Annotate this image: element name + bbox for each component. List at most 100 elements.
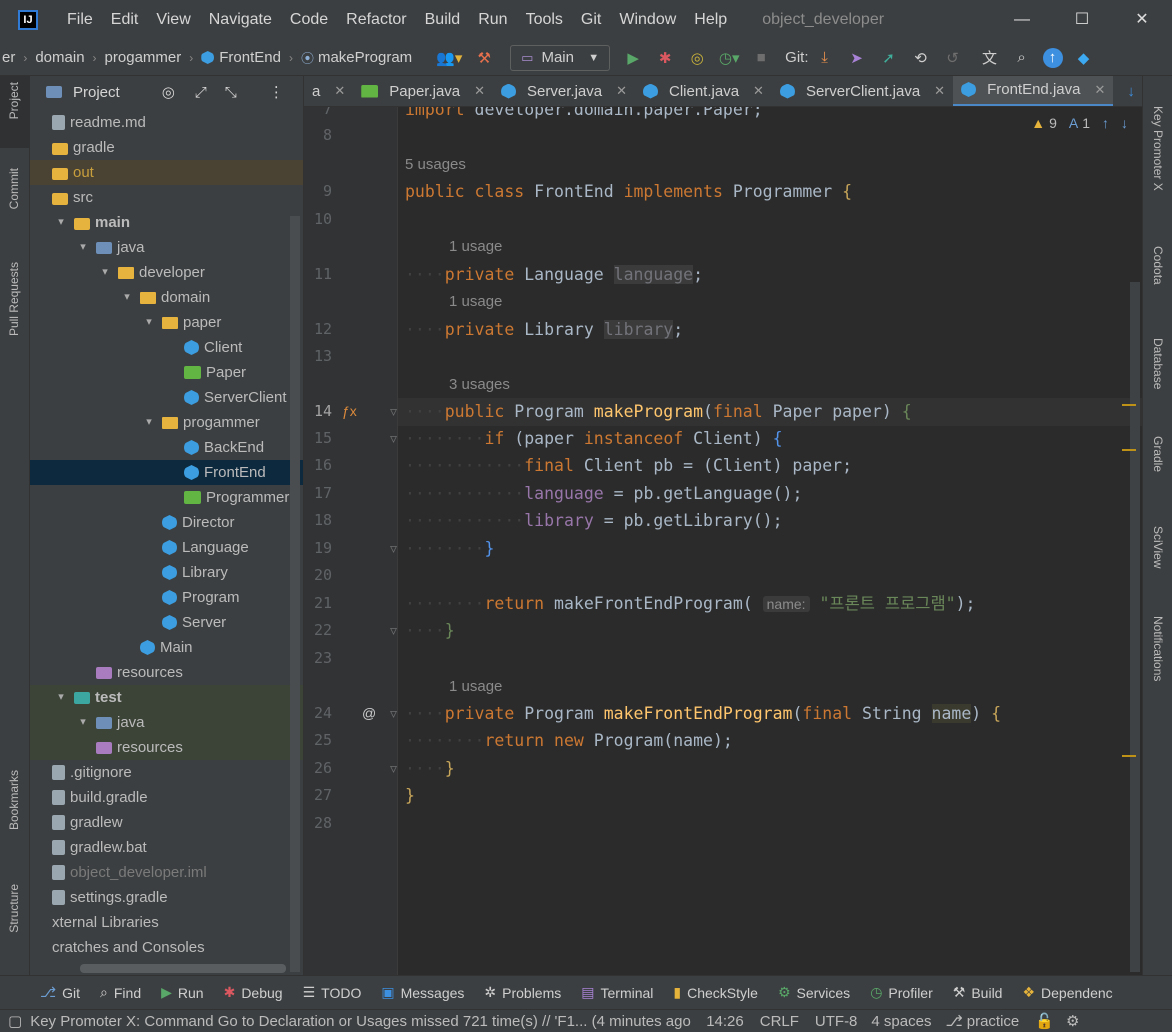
code-line[interactable]: ····public Program makeProgram(final Pap…: [405, 399, 912, 424]
inspection-widget[interactable]: ▲ 9 A1 ↑ ↓: [1031, 115, 1128, 131]
tree-item[interactable]: .gitignore: [30, 760, 303, 785]
project-panel-title[interactable]: Project: [73, 84, 120, 101]
stop-icon[interactable]: ■: [750, 49, 772, 66]
menu-view[interactable]: View: [147, 11, 199, 29]
warning-marker[interactable]: [1122, 404, 1136, 406]
profiler-tool-button[interactable]: ◷ Profiler: [870, 984, 933, 1001]
tree-item[interactable]: cratches and Consoles: [30, 935, 303, 960]
key-promoter-tool-button[interactable]: Key Promoter X: [1151, 106, 1165, 191]
structure-tool-button[interactable]: Structure: [7, 884, 21, 933]
breadcrumb-item[interactable]: progammer: [105, 49, 182, 66]
usages-hint[interactable]: 3 usages: [449, 375, 510, 395]
project-scrollbar[interactable]: [290, 216, 300, 972]
previous-highlight-icon[interactable]: ↑: [1102, 115, 1109, 131]
close-window-button[interactable]: ✕: [1112, 0, 1172, 40]
target-icon[interactable]: ◎: [162, 83, 175, 101]
expand-icon[interactable]: ⤢: [195, 84, 207, 101]
bookmarks-tool-button[interactable]: Bookmarks: [7, 770, 21, 830]
tree-item[interactable]: out: [30, 160, 303, 185]
tree-item[interactable]: Library: [30, 560, 303, 585]
tab-frontend[interactable]: FrontEnd.java ✕: [953, 76, 1114, 106]
tree-item[interactable]: FrontEnd: [30, 460, 303, 485]
profile-icon[interactable]: ◷▾: [718, 49, 740, 67]
indent-setting[interactable]: 4 spaces: [871, 1013, 931, 1030]
menu-file[interactable]: File: [58, 11, 102, 29]
tree-item[interactable]: gradlew.bat: [30, 835, 303, 860]
tree-item[interactable]: ▾ progammer: [30, 410, 303, 435]
code-line[interactable]: ····private Program makeFrontEndProgram(…: [405, 701, 1001, 726]
menu-build[interactable]: Build: [416, 11, 470, 29]
line-separator[interactable]: CRLF: [760, 1013, 799, 1030]
terminal-tool-button[interactable]: ▤ Terminal: [581, 984, 653, 1001]
recursive-call-icon[interactable]: ƒx: [342, 399, 357, 424]
menu-navigate[interactable]: Navigate: [200, 11, 281, 29]
close-icon[interactable]: ✕: [753, 83, 764, 99]
tree-item[interactable]: settings.gradle: [30, 885, 303, 910]
menu-tools[interactable]: Tools: [517, 11, 572, 29]
project-tool-button[interactable]: Project: [7, 82, 21, 119]
close-icon[interactable]: ✕: [474, 83, 485, 99]
fold-icon[interactable]: ▿: [390, 756, 397, 781]
caret-position[interactable]: 14:26: [706, 1013, 744, 1030]
messages-tool-button[interactable]: ▣ Messages: [381, 984, 464, 1001]
update-icon[interactable]: ↑: [1042, 47, 1063, 68]
menu-refactor[interactable]: Refactor: [337, 11, 415, 29]
next-highlight-icon[interactable]: ↓: [1121, 115, 1128, 131]
chevron-down-icon[interactable]: ▾: [98, 260, 112, 285]
codota-tool-button[interactable]: Codota: [1151, 246, 1165, 285]
git-tool-button[interactable]: ⎇ Git: [40, 984, 80, 1001]
project-horizontal-scrollbar[interactable]: [80, 964, 286, 973]
tree-item[interactable]: src: [30, 185, 303, 210]
chevron-down-icon[interactable]: ▾: [54, 210, 68, 235]
close-icon[interactable]: ✕: [616, 83, 627, 99]
tab-client[interactable]: Client.java ✕: [635, 76, 772, 106]
code-line[interactable]: ····}: [405, 618, 455, 643]
todo-tool-button[interactable]: ☰ TODO: [303, 984, 362, 1001]
fold-icon[interactable]: ▿: [390, 618, 397, 643]
editor-scrollbar[interactable]: [1130, 282, 1140, 972]
breadcrumb-item[interactable]: domain: [35, 49, 84, 66]
dependencies-tool-button[interactable]: ❖ Dependenc: [1022, 984, 1112, 1001]
breadcrumb-item[interactable]: makeProgram: [318, 49, 412, 66]
usages-hint[interactable]: 1 usage: [449, 292, 502, 312]
menu-code[interactable]: Code: [281, 11, 337, 29]
close-icon[interactable]: ✕: [934, 83, 945, 99]
fold-icon[interactable]: ▿: [390, 426, 397, 451]
history-icon[interactable]: ⟲: [910, 49, 932, 67]
fold-icon[interactable]: ▿: [390, 701, 397, 726]
translate-icon[interactable]: 文: [979, 47, 1001, 68]
tree-item[interactable]: ▾ test: [30, 685, 303, 710]
chevron-down-icon[interactable]: ▾: [120, 285, 134, 310]
code-line[interactable]: ····private Language language;: [405, 262, 703, 287]
breadcrumb-item[interactable]: FrontEnd: [219, 49, 281, 66]
code-line[interactable]: ········return new Program(name);: [405, 728, 733, 753]
tree-item[interactable]: resources: [30, 735, 303, 760]
pull-requests-tool-button[interactable]: Pull Requests: [7, 262, 21, 336]
usages-hint[interactable]: 1 usage: [449, 677, 502, 697]
tree-item[interactable]: Main: [30, 635, 303, 660]
checkstyle-tool-button[interactable]: ▮ CheckStyle: [673, 984, 758, 1001]
sciview-tool-button[interactable]: SciView: [1151, 526, 1165, 568]
code-line[interactable]: ········return makeFrontEndProgram( name…: [405, 591, 975, 616]
intellij-logo-icon[interactable]: IJ: [18, 10, 38, 30]
status-message[interactable]: Key Promoter X: Command Go to Declaratio…: [30, 1013, 696, 1030]
tree-item[interactable]: BackEnd: [30, 435, 303, 460]
code-line[interactable]: ············library = pb.getLibrary();: [405, 508, 783, 533]
menu-help[interactable]: Help: [685, 11, 736, 29]
usages-hint[interactable]: 1 usage: [449, 237, 502, 257]
fold-icon[interactable]: ▿: [390, 536, 397, 561]
run-config-select[interactable]: ▭ Main ▼: [510, 44, 611, 71]
warning-marker[interactable]: [1122, 449, 1136, 451]
tree-item[interactable]: Program: [30, 585, 303, 610]
code-line[interactable]: ····}: [405, 756, 455, 781]
tree-item[interactable]: ▾ java: [30, 235, 303, 260]
settings-icon[interactable]: ⚙: [1066, 1012, 1079, 1030]
chevron-down-icon[interactable]: ▾: [142, 310, 156, 335]
tree-item[interactable]: ▾ paper: [30, 310, 303, 335]
tree-item[interactable]: object_developer.iml: [30, 860, 303, 885]
debug-icon[interactable]: ✱: [654, 49, 676, 67]
status-toggle-icon[interactable]: ▢: [8, 1012, 22, 1030]
database-tool-button[interactable]: Database: [1151, 338, 1165, 389]
code-line[interactable]: }: [405, 783, 415, 808]
menu-run[interactable]: Run: [469, 11, 516, 29]
